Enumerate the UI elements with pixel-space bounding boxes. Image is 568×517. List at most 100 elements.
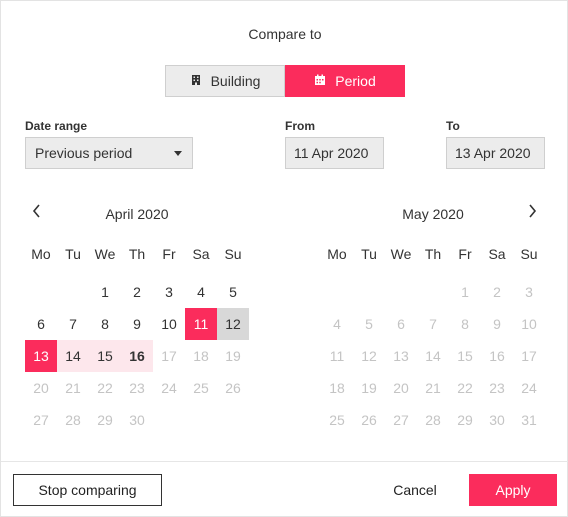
may-day-cell[interactable]: 11: [321, 340, 353, 372]
may-weekday-header: Th: [424, 246, 442, 262]
may-day-cell[interactable]: 5: [353, 308, 385, 340]
footer-divider: [1, 461, 568, 462]
april-day-cell[interactable]: 22: [89, 372, 121, 404]
april-month-title: April 2020: [105, 206, 169, 222]
april-day-cell[interactable]: 8: [89, 308, 121, 340]
date-range-value: Previous period: [35, 145, 133, 161]
may-day-cell[interactable]: 15: [449, 340, 481, 372]
date-range-select[interactable]: Previous period: [25, 137, 193, 169]
building-option-label: Building: [210, 73, 261, 89]
apply-button[interactable]: Apply: [469, 474, 557, 506]
compare-mode-toggle: Building Period: [165, 65, 405, 97]
may-day-cell[interactable]: 24: [513, 372, 545, 404]
april-day-cell[interactable]: 4: [185, 276, 217, 308]
chevron-right-icon: [529, 204, 537, 218]
april-day-cell[interactable]: 12: [217, 308, 249, 340]
april-day-cell[interactable]: 16: [121, 340, 153, 372]
april-weekday-header: Sa: [192, 246, 210, 262]
may-day-cell[interactable]: 10: [513, 308, 545, 340]
may-day-cell[interactable]: 22: [449, 372, 481, 404]
from-date-field[interactable]: 11 Apr 2020: [285, 137, 384, 169]
april-weekday-header: Fr: [162, 246, 176, 262]
may-weekday-header: Fr: [458, 246, 472, 262]
period-option-button[interactable]: Period: [285, 65, 405, 97]
may-month-title: May 2020: [402, 206, 464, 222]
april-day-cell[interactable]: 29: [89, 404, 121, 436]
may-day-cell[interactable]: 27: [385, 404, 417, 436]
april-day-cell[interactable]: 18: [185, 340, 217, 372]
may-day-cell[interactable]: 20: [385, 372, 417, 404]
cancel-button[interactable]: Cancel: [375, 474, 455, 506]
chevron-down-icon: [174, 151, 182, 156]
to-date-field[interactable]: 13 Apr 2020: [446, 137, 545, 169]
may-day-cell[interactable]: 1: [449, 276, 481, 308]
april-day-cell[interactable]: 19: [217, 340, 249, 372]
may-weekday-header: Su: [520, 246, 538, 262]
building-option-button[interactable]: Building: [165, 65, 285, 97]
april-weekday-header: Tu: [65, 246, 81, 262]
dialog-title: Compare to: [248, 26, 322, 42]
april-day-cell[interactable]: 2: [121, 276, 153, 308]
may-day-cell[interactable]: 13: [385, 340, 417, 372]
april-day-cell[interactable]: 28: [57, 404, 89, 436]
may-day-cell[interactable]: 29: [449, 404, 481, 436]
april-day-cell[interactable]: 10: [153, 308, 185, 340]
may-day-cell[interactable]: 16: [481, 340, 513, 372]
may-day-cell[interactable]: 30: [481, 404, 513, 436]
april-day-cell[interactable]: 3: [153, 276, 185, 308]
april-day-cell[interactable]: 7: [57, 308, 89, 340]
april-weekday-header: Su: [224, 246, 242, 262]
april-day-cell[interactable]: 15: [89, 340, 121, 372]
may-day-cell[interactable]: 6: [385, 308, 417, 340]
stop-comparing-button[interactable]: Stop comparing: [13, 474, 162, 506]
may-day-cell[interactable]: 23: [481, 372, 513, 404]
april-day-cell[interactable]: 23: [121, 372, 153, 404]
may-day-cell[interactable]: 3: [513, 276, 545, 308]
may-day-cell[interactable]: 18: [321, 372, 353, 404]
april-day-cell[interactable]: 27: [25, 404, 57, 436]
april-day-cell[interactable]: 20: [25, 372, 57, 404]
period-option-label: Period: [335, 73, 376, 89]
to-date-value: 13 Apr 2020: [455, 145, 531, 161]
from-label: From: [285, 119, 315, 133]
may-day-cell[interactable]: 4: [321, 308, 353, 340]
april-day-cell[interactable]: 14: [57, 340, 89, 372]
may-day-cell[interactable]: 12: [353, 340, 385, 372]
april-day-cell[interactable]: 21: [57, 372, 89, 404]
april-day-cell[interactable]: 6: [25, 308, 57, 340]
april-day-cell[interactable]: 30: [121, 404, 153, 436]
may-day-cell[interactable]: 2: [481, 276, 513, 308]
may-weekday-header: Sa: [488, 246, 506, 262]
may-day-cell[interactable]: 25: [321, 404, 353, 436]
april-weekday-header: We: [94, 246, 116, 262]
to-label: To: [446, 119, 460, 133]
may-day-cell[interactable]: 7: [417, 308, 449, 340]
april-day-cell[interactable]: 25: [185, 372, 217, 404]
april-day-cell[interactable]: 17: [153, 340, 185, 372]
date-range-label: Date range: [25, 119, 88, 133]
april-day-cell[interactable]: 13: [25, 340, 57, 372]
april-day-cell[interactable]: 9: [121, 308, 153, 340]
may-day-cell[interactable]: 17: [513, 340, 545, 372]
previous-month-button[interactable]: [27, 201, 47, 221]
next-month-button[interactable]: [522, 201, 542, 221]
chevron-left-icon: [32, 204, 40, 218]
compare-dialog: Compare to Building Period Date range Pr…: [0, 0, 568, 517]
may-day-cell[interactable]: 19: [353, 372, 385, 404]
april-day-cell[interactable]: 24: [153, 372, 185, 404]
april-day-cell[interactable]: 1: [89, 276, 121, 308]
april-day-cell[interactable]: 26: [217, 372, 249, 404]
april-weekday-header: Th: [128, 246, 146, 262]
may-day-cell[interactable]: 26: [353, 404, 385, 436]
april-day-cell[interactable]: 5: [217, 276, 249, 308]
may-weekday-header: Mo: [327, 246, 347, 262]
may-day-cell[interactable]: 21: [417, 372, 449, 404]
may-day-cell[interactable]: 28: [417, 404, 449, 436]
may-day-cell[interactable]: 14: [417, 340, 449, 372]
may-day-cell[interactable]: 8: [449, 308, 481, 340]
may-weekday-header: Tu: [361, 246, 377, 262]
may-day-cell[interactable]: 9: [481, 308, 513, 340]
may-day-cell[interactable]: 31: [513, 404, 545, 436]
april-day-cell[interactable]: 11: [185, 308, 217, 340]
from-date-value: 11 Apr 2020: [294, 145, 369, 161]
